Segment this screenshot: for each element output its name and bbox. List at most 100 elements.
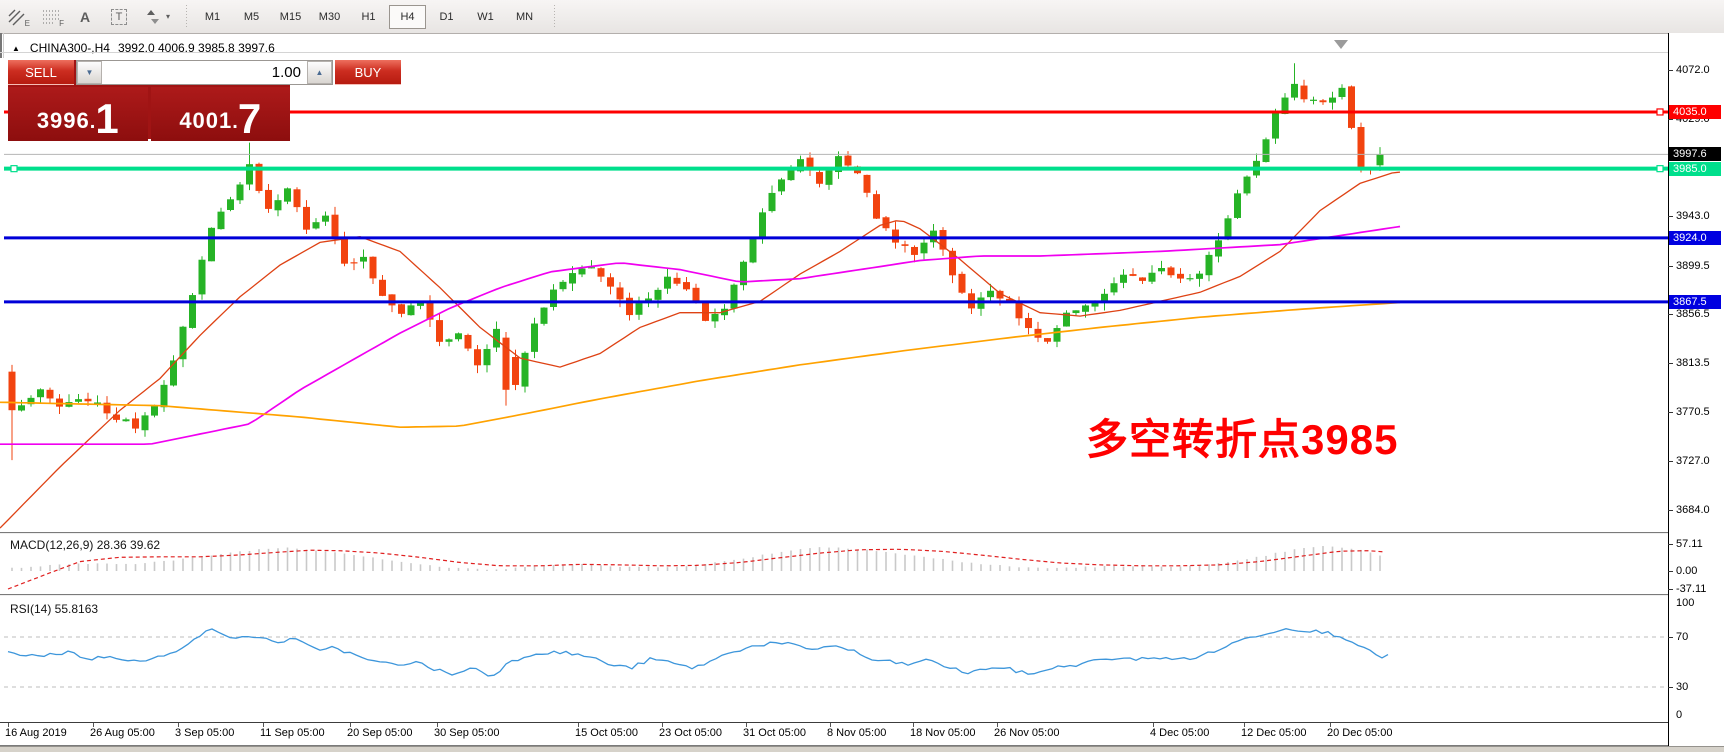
volume-down-button[interactable]: ▼	[77, 61, 102, 84]
time-tick-label: 4 Dec 05:00	[1150, 727, 1209, 739]
price-tick-dash	[1668, 70, 1673, 71]
macd-tick-label: 57.11	[1676, 538, 1722, 551]
rsi-tick-dash	[1668, 687, 1673, 688]
tf-button-m15[interactable]: M15	[272, 5, 309, 29]
time-tick-label: 31 Oct 05:00	[743, 727, 806, 739]
price-tick-dash	[1668, 461, 1673, 462]
annotation-text: 多空转折点3985	[1086, 406, 1398, 467]
title-separator	[0, 52, 1668, 53]
ma-fast-red	[0, 172, 1400, 528]
tf-button-m1[interactable]: M1	[194, 5, 231, 29]
sell-price-main: 3996	[37, 108, 90, 134]
rsi-tick-dash	[1668, 637, 1673, 638]
volume-control: ▼ ▲	[76, 60, 333, 85]
buy-button[interactable]: BUY	[335, 60, 401, 85]
price-badge: 4035.0	[1669, 105, 1721, 119]
buy-price-main: 4001	[179, 108, 232, 134]
fibonacci-tool-button[interactable]: F	[34, 4, 68, 30]
volume-input[interactable]	[102, 61, 307, 84]
chart-tab-bar	[0, 746, 1724, 752]
time-tick-label: 30 Sep 05:00	[434, 727, 499, 739]
price-tick-label: 3813.5	[1676, 357, 1722, 370]
macd-tick-dash	[1668, 544, 1673, 545]
time-tick-label: 20 Sep 05:00	[347, 727, 412, 739]
tool-sub-label: E	[25, 19, 30, 28]
time-tick-label: 16 Aug 2019	[5, 727, 67, 739]
sell-button[interactable]: SELL	[8, 60, 74, 85]
mt4-terminal: E F A T ▾ M1 M5 M15 M30	[0, 0, 1724, 752]
price-badge: 3867.5	[1669, 295, 1721, 309]
rsi-tick-label: 0	[1676, 709, 1722, 722]
fibonacci-icon	[41, 7, 61, 27]
time-tick-label: 18 Nov 05:00	[910, 727, 975, 739]
tool-sub-label: F	[59, 19, 64, 28]
price-tick-label: 3856.5	[1676, 308, 1722, 321]
one-click-trade-panel: SELL ▼ ▲ BUY 3996.1 4001.7	[8, 60, 290, 139]
line-handle[interactable]	[1657, 166, 1663, 172]
price-tick-dash	[1668, 412, 1673, 413]
rsi-label: RSI(14) 55.8163	[10, 602, 98, 616]
sell-price-pips: 1	[95, 102, 118, 136]
equidistant-channel-tool-button[interactable]: E	[0, 4, 34, 30]
price-tick-dash	[1668, 510, 1673, 511]
price-tick-label: 4072.0	[1676, 64, 1722, 77]
price-badge: 3924.0	[1669, 231, 1721, 245]
text-label-icon: T	[111, 9, 128, 25]
sell-price-display[interactable]: 3996.1	[8, 87, 148, 141]
toolbar: E F A T ▾ M1 M5 M15 M30	[0, 0, 1724, 34]
price-tick-dash	[1668, 119, 1673, 120]
macd-tick-dash	[1668, 589, 1673, 590]
chevron-down-icon: ▾	[166, 12, 170, 21]
time-tick-label: 26 Nov 05:00	[994, 727, 1059, 739]
rsi-tick-label: 100	[1676, 597, 1722, 610]
time-tick-label: 15 Oct 05:00	[575, 727, 638, 739]
rsi-tick-label: 30	[1676, 681, 1722, 694]
macd-histogram	[12, 546, 1380, 571]
macd-tick-label: -37.11	[1676, 583, 1722, 596]
line-handle[interactable]	[1657, 109, 1663, 115]
price-badge: 3985.0	[1669, 162, 1721, 176]
time-tick-label: 12 Dec 05:00	[1241, 727, 1306, 739]
rsi-chart-canvas[interactable]	[0, 596, 1668, 723]
price-tick-label: 3943.0	[1676, 210, 1722, 223]
tf-button-mn[interactable]: MN	[506, 5, 543, 29]
time-tick-label: 20 Dec 05:00	[1327, 727, 1392, 739]
price-tick-dash	[1668, 363, 1673, 364]
macd-chart-canvas[interactable]	[0, 534, 1668, 594]
price-badge: 3997.6	[1669, 147, 1721, 161]
macd-label: MACD(12,26,9) 28.36 39.62	[10, 538, 160, 552]
tf-button-h4-active[interactable]: H4	[389, 5, 426, 29]
price-tick-dash	[1668, 314, 1673, 315]
rsi-line	[8, 629, 1388, 676]
time-tick-label: 8 Nov 05:00	[827, 727, 886, 739]
arrows-tool-button[interactable]: ▾	[136, 4, 180, 30]
tf-button-m5[interactable]: M5	[233, 5, 270, 29]
macd-tick-label: 0.00	[1676, 565, 1722, 578]
chart-shift-marker-icon[interactable]	[1334, 40, 1348, 49]
text-tool-button[interactable]: A	[68, 4, 102, 30]
rsi-tick-label: 70	[1676, 631, 1722, 644]
tf-button-w1[interactable]: W1	[467, 5, 504, 29]
line-handle[interactable]	[11, 166, 17, 172]
moving-averages	[0, 172, 1400, 528]
time-tick-label: 23 Oct 05:00	[659, 727, 722, 739]
buy-price-pips: 7	[238, 102, 261, 136]
price-tick-dash	[1668, 266, 1673, 267]
toolbar-separator	[552, 5, 557, 29]
tf-button-h1[interactable]: H1	[350, 5, 387, 29]
buy-price-display[interactable]: 4001.7	[151, 87, 291, 141]
price-tick-label: 3770.5	[1676, 406, 1722, 419]
price-tick-label: 3727.0	[1676, 455, 1722, 468]
volume-up-button[interactable]: ▲	[307, 61, 332, 84]
toolbar-separator	[184, 5, 189, 29]
macd-tick-dash	[1668, 571, 1673, 572]
price-tick-dash	[1668, 216, 1673, 217]
text-label-tool-button[interactable]: T	[102, 4, 136, 30]
tf-button-d1[interactable]: D1	[428, 5, 465, 29]
tf-button-m30[interactable]: M30	[311, 5, 348, 29]
time-tick-label: 26 Aug 05:00	[90, 727, 155, 739]
arrows-icon	[146, 8, 164, 26]
price-tick-label: 3684.0	[1676, 504, 1722, 517]
time-tick-label: 11 Sep 05:00	[260, 727, 325, 739]
time-tick-label: 3 Sep 05:00	[175, 727, 234, 739]
